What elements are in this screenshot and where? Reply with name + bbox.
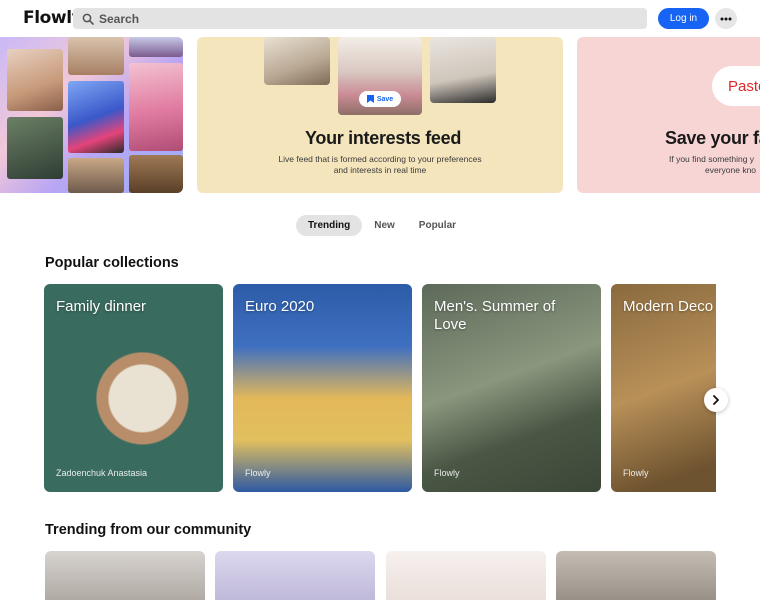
interests-feed-title: Your interests feed <box>305 128 462 148</box>
login-button[interactable]: Log in <box>658 8 709 29</box>
community-card[interactable] <box>556 551 716 600</box>
collection-author: Flowly <box>623 468 649 478</box>
interests-subtitle-line-1: Live feed that is formed according to yo… <box>278 154 482 164</box>
interests-subtitle-line-2: and interests in real time <box>333 165 427 175</box>
community-card[interactable] <box>386 551 546 600</box>
save-favorites-card[interactable]: Paste Save your fa If you find something… <box>577 37 760 193</box>
collection-author: Flowly <box>434 468 460 478</box>
interests-feed-card[interactable]: Save Your interests feed Live feed that … <box>197 37 563 193</box>
bookmark-icon <box>366 95 374 103</box>
feed-tabs: Trending New Popular <box>296 215 468 236</box>
collection-card[interactable]: Family dinner Zadoenchuk Anastasia <box>44 284 223 492</box>
community-section-title: Trending from our community <box>45 522 252 538</box>
collection-card[interactable]: Modern Deco More Flowly <box>611 284 716 492</box>
tab-popular[interactable]: Popular <box>407 215 468 236</box>
collection-card[interactable]: Euro 2020 Flowly <box>233 284 412 492</box>
collections-carousel: Family dinner Zadoenchuk Anastasia Euro … <box>44 284 716 492</box>
popular-collections-title: Popular collections <box>45 255 179 271</box>
tab-new[interactable]: New <box>362 215 407 236</box>
search-bar[interactable] <box>73 8 647 29</box>
paste-label: Paste <box>728 78 760 95</box>
collection-title: Men's. Summer of Love <box>434 298 556 333</box>
chevron-right-icon <box>713 395 719 405</box>
save-card-title: Save your fa <box>665 128 760 148</box>
search-input[interactable] <box>99 11 619 26</box>
collection-title: Modern Deco More <box>623 298 716 315</box>
collection-title: Euro 2020 <box>245 298 315 315</box>
save-pill-button[interactable]: Save <box>359 91 401 107</box>
collage-photo <box>129 155 183 193</box>
collage-photo <box>68 37 124 75</box>
collage-photo <box>7 117 63 179</box>
top-header: Flowly Log in <box>0 0 760 36</box>
carousel-next-button[interactable] <box>704 388 728 412</box>
handbag-photo <box>430 37 496 103</box>
save-subtitle-line-2: everyone kno <box>705 165 757 175</box>
tab-trending[interactable]: Trending <box>296 215 363 236</box>
collection-title: Family dinner <box>56 298 147 315</box>
save-card-subtitle: If you find something y everyone kno <box>669 154 760 176</box>
collage-photo <box>68 158 124 193</box>
paste-pill: Paste <box>712 66 760 106</box>
save-pill-label: Save <box>376 95 394 103</box>
community-card[interactable] <box>45 551 205 600</box>
more-dots-icon[interactable] <box>715 8 737 29</box>
collection-card[interactable]: Men's. Summer of Love Flowly <box>422 284 601 492</box>
community-card[interactable] <box>215 551 375 600</box>
interests-feed-subtitle: Live feed that is formed according to yo… <box>267 154 493 176</box>
collection-author: Flowly <box>245 468 271 478</box>
sneakers-photo <box>264 37 330 85</box>
collection-author: Zadoenchuk Anastasia <box>56 468 148 478</box>
collage-photo <box>129 37 183 57</box>
collage-photo <box>129 63 183 151</box>
hero-collage-card[interactable] <box>0 37 183 193</box>
collage-photo <box>68 81 124 153</box>
search-icon <box>77 8 99 29</box>
collage-photo <box>7 49 63 111</box>
save-subtitle-line-1: If you find something y <box>669 154 755 164</box>
